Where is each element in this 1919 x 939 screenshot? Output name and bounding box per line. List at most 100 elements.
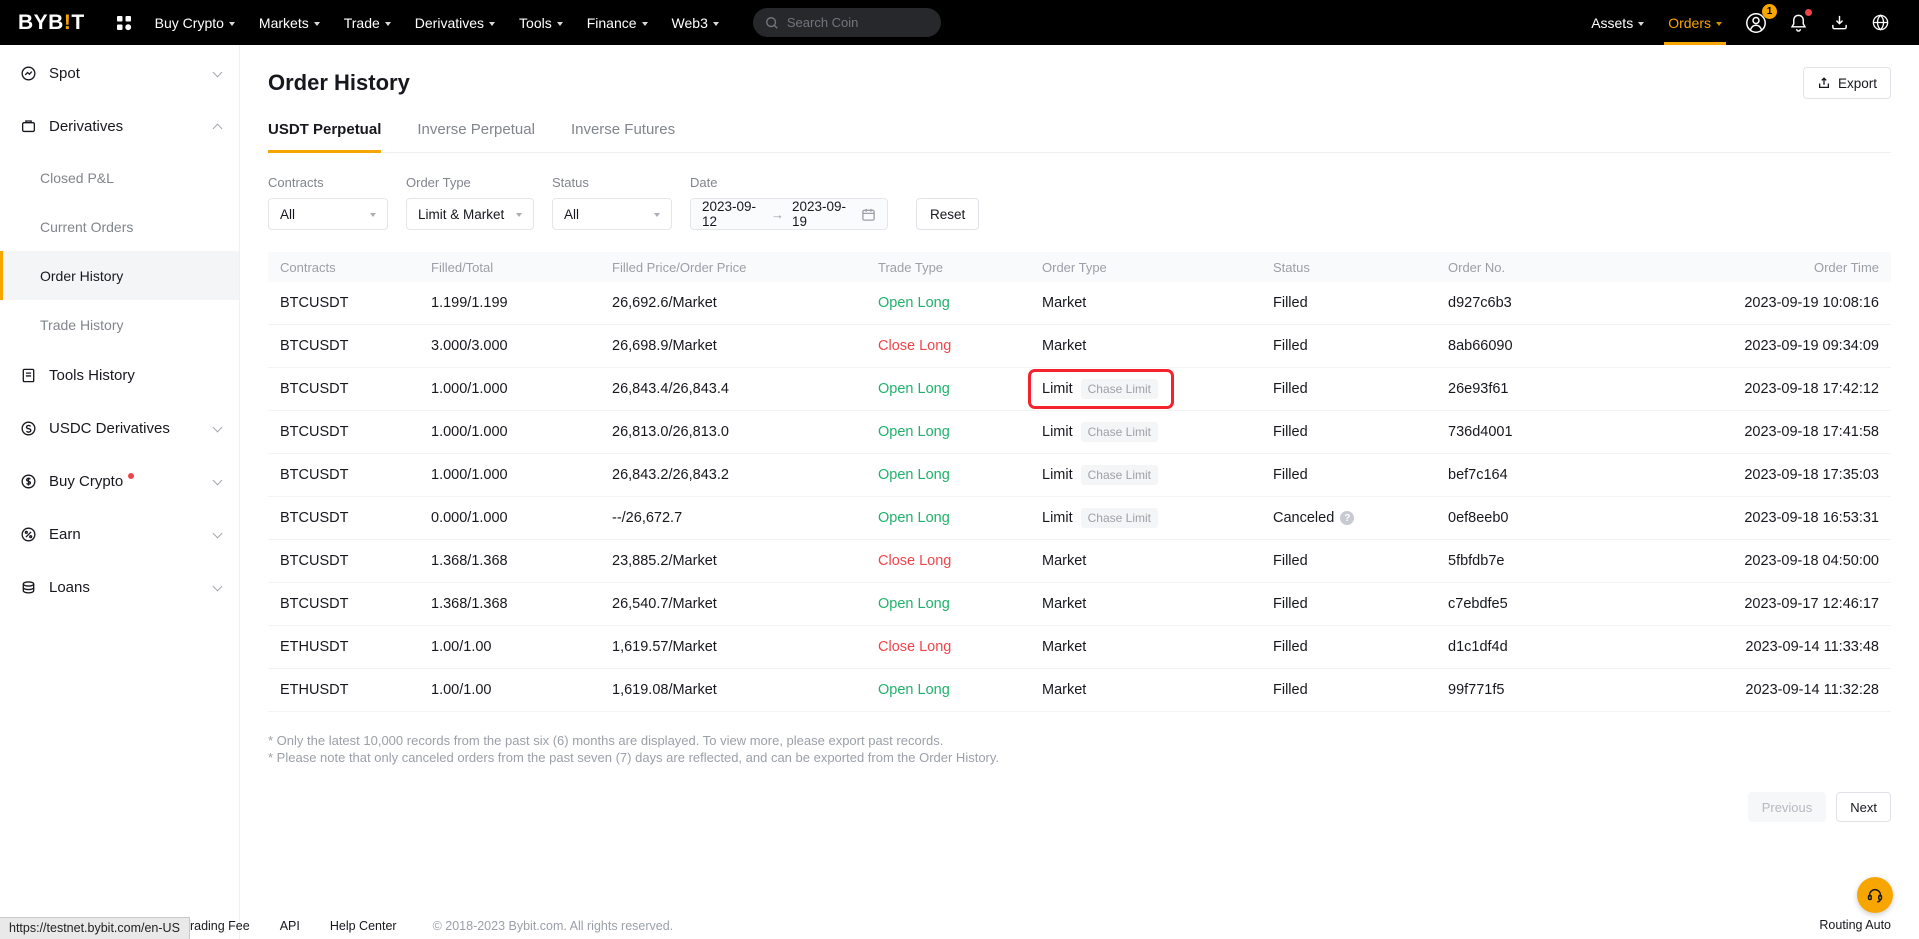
cell-order-no: 5fbfdb7e: [1448, 553, 1659, 569]
chase-limit-tag: Chase Limit: [1081, 379, 1158, 399]
footer-link-trading-fee[interactable]: Trading Fee: [183, 919, 250, 933]
order-type-select[interactable]: Limit & Market: [406, 198, 534, 230]
download-icon: [1830, 13, 1849, 32]
tab-inverse-futures[interactable]: Inverse Futures: [571, 121, 675, 152]
footer-link-help-center[interactable]: Help Center: [330, 919, 397, 933]
routing-selector[interactable]: Routing Auto: [1819, 918, 1891, 932]
cell-contract: BTCUSDT: [280, 596, 431, 612]
nav-item-markets[interactable]: Markets: [247, 0, 332, 45]
nav-item-tools[interactable]: Tools: [507, 0, 575, 45]
col-header-status: Status: [1273, 260, 1448, 275]
cell-trade-type: Open Long: [878, 424, 1042, 440]
sidebar-item-loans[interactable]: Loans: [0, 561, 239, 614]
cell-order-type: Limit Chase Limit: [1042, 369, 1273, 409]
nav-item-derivatives[interactable]: Derivatives: [403, 0, 507, 45]
sidebar-item-closed-pnl[interactable]: Closed P&L: [0, 153, 239, 202]
status-select[interactable]: All: [552, 198, 672, 230]
cell-status: Filled: [1273, 381, 1448, 397]
nav-item-web3[interactable]: Web3: [660, 0, 731, 45]
copyright-text: © 2018-2023 Bybit.com. All rights reserv…: [433, 919, 674, 933]
previous-page-button[interactable]: Previous: [1748, 792, 1827, 822]
cell-order-time: 2023-09-17 12:46:17: [1659, 596, 1879, 612]
sidebar-item-tools-history[interactable]: Tools History: [0, 349, 239, 402]
pagination: Previous Next: [268, 792, 1891, 822]
top-navbar: BYB!T Buy Crypto Markets Trade Derivativ…: [0, 0, 1919, 45]
table-row: BTCUSDT 3.000/3.000 26,698.9/Market Clos…: [268, 325, 1891, 368]
notifications-button[interactable]: [1778, 0, 1819, 45]
download-button[interactable]: [1819, 0, 1860, 45]
cell-order-time: 2023-09-18 16:53:31: [1659, 510, 1879, 526]
contracts-select[interactable]: All: [268, 198, 388, 230]
cell-filled-total: 1.000/1.000: [431, 381, 612, 397]
cell-order-no: 99f771f5: [1448, 682, 1659, 698]
info-icon[interactable]: ?: [1340, 511, 1354, 525]
cell-status: Filled: [1273, 553, 1448, 569]
reset-button[interactable]: Reset: [916, 198, 979, 230]
headset-icon: [1866, 886, 1884, 904]
date-label: Date: [690, 175, 888, 190]
chevron-down-icon: [1716, 22, 1722, 26]
cell-status: Filled: [1273, 682, 1448, 698]
notification-badge: [1803, 7, 1814, 18]
sidebar-item-usdc-derivatives[interactable]: USDC Derivatives: [0, 402, 239, 455]
cell-trade-type: Close Long: [878, 338, 1042, 354]
sidebar-item-current-orders[interactable]: Current Orders: [0, 202, 239, 251]
sidebar-item-order-history[interactable]: Order History: [0, 251, 239, 300]
sidebar-item-earn[interactable]: Earn: [0, 508, 239, 561]
date-range-picker[interactable]: 2023-09-12 → 2023-09-19: [690, 198, 888, 230]
sidebar-item-derivatives[interactable]: Derivatives: [0, 100, 239, 153]
usdc-coin-icon: [20, 420, 38, 437]
cell-filled-total: 0.000/1.000: [431, 510, 612, 526]
loans-icon: [20, 579, 38, 596]
tab-inverse-perpetual[interactable]: Inverse Perpetual: [417, 121, 535, 152]
language-button[interactable]: [1860, 0, 1901, 45]
cell-order-no: d1c1df4d: [1448, 639, 1659, 655]
cell-price: 26,843.2/26,843.2: [612, 467, 878, 483]
cell-order-type: Market: [1042, 338, 1273, 354]
table-row: BTCUSDT 0.000/1.000 --/26,672.7 Open Lon…: [268, 497, 1891, 540]
cell-filled-total: 1.000/1.000: [431, 424, 612, 440]
sidebar-item-buy-crypto[interactable]: Buy Crypto: [0, 455, 239, 508]
cell-status: Filled: [1273, 639, 1448, 655]
cell-trade-type: Open Long: [878, 295, 1042, 311]
table-row: ETHUSDT 1.00/1.00 1,619.57/Market Close …: [268, 626, 1891, 669]
cell-filled-total: 1.199/1.199: [431, 295, 612, 311]
chevron-down-icon: [314, 22, 320, 26]
tab-usdt-perpetual[interactable]: USDT Perpetual: [268, 121, 381, 152]
chevron-down-icon: [557, 22, 563, 26]
nav-item-assets[interactable]: Assets: [1579, 0, 1656, 45]
cell-order-type: Market: [1042, 553, 1273, 569]
account-avatar[interactable]: 1: [1734, 0, 1778, 45]
support-chat-button[interactable]: [1857, 877, 1893, 913]
chevron-down-icon: [654, 213, 660, 217]
chase-limit-tag: Chase Limit: [1081, 422, 1158, 442]
chevron-down-icon: [213, 67, 223, 77]
search-input[interactable]: [787, 15, 919, 30]
nav-item-finance[interactable]: Finance: [575, 0, 660, 45]
bybit-logo[interactable]: BYB!T: [18, 11, 85, 35]
next-page-button[interactable]: Next: [1836, 792, 1891, 822]
cell-status: Filled: [1273, 467, 1448, 483]
main-content: Order History Export USDT Perpetual Inve…: [240, 45, 1919, 939]
footer-link-api[interactable]: API: [280, 919, 300, 933]
nav-item-trade[interactable]: Trade: [332, 0, 403, 45]
nav-item-orders[interactable]: Orders: [1656, 0, 1734, 45]
export-icon: [1817, 76, 1831, 90]
tools-history-icon: [20, 367, 38, 384]
cell-contract: BTCUSDT: [280, 553, 431, 569]
chevron-down-icon: [713, 22, 719, 26]
cell-trade-type: Close Long: [878, 553, 1042, 569]
cell-order-no: c7ebdfe5: [1448, 596, 1659, 612]
chevron-down-icon: [213, 581, 223, 591]
sidebar-item-trade-history[interactable]: Trade History: [0, 300, 239, 349]
cell-contract: BTCUSDT: [280, 381, 431, 397]
sidebar-item-spot[interactable]: Spot: [0, 47, 239, 100]
export-button[interactable]: Export: [1803, 67, 1891, 99]
product-tabs: USDT Perpetual Inverse Perpetual Inverse…: [268, 121, 1891, 153]
nav-item-buy-crypto[interactable]: Buy Crypto: [143, 0, 247, 45]
cell-status: Canceled ?: [1273, 510, 1448, 526]
notification-dot: [128, 473, 134, 479]
cell-status: Filled: [1273, 424, 1448, 440]
coin-search[interactable]: [753, 8, 941, 37]
apps-grid-icon[interactable]: [109, 14, 139, 32]
